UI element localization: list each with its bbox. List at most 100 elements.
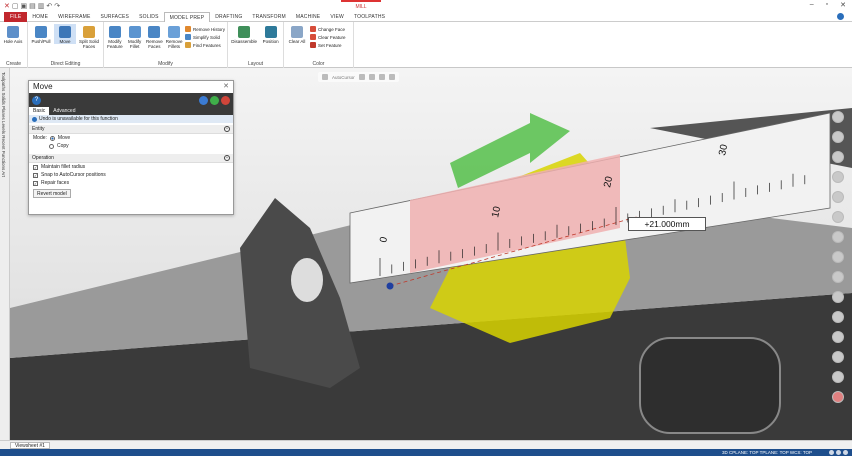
- tab-home[interactable]: HOME: [27, 12, 53, 22]
- cancel-icon[interactable]: [221, 95, 230, 105]
- clear-feature-button[interactable]: Clear Feature: [310, 34, 346, 40]
- remove-history-button[interactable]: Remove History: [185, 26, 225, 32]
- move-button[interactable]: Move: [54, 24, 76, 44]
- section-icon[interactable]: [832, 331, 844, 343]
- tab-wireframe[interactable]: WIREFRAME: [53, 12, 95, 22]
- panel-tabs: Basic Advanced: [29, 107, 233, 115]
- collapse-operation-icon[interactable]: ^: [224, 155, 230, 161]
- radio-copy[interactable]: [49, 143, 54, 149]
- minimize-button[interactable]: –: [810, 1, 814, 9]
- find-features-button[interactable]: Find Features: [185, 42, 225, 48]
- tab-file[interactable]: FILE: [4, 11, 28, 22]
- maximize-button[interactable]: ▫: [826, 1, 828, 9]
- wireframe-icon[interactable]: [832, 311, 844, 323]
- clear-all-button[interactable]: Clear All: [286, 24, 308, 44]
- repair-faces-row[interactable]: ✓ Repair faces: [29, 179, 233, 187]
- pan-icon[interactable]: [832, 191, 844, 203]
- left-manager-strip[interactable]: Toolpaths Solids Planes Levels Recent Fu…: [0, 68, 10, 440]
- select-icon[interactable]: [388, 74, 395, 80]
- remove-fillets-button[interactable]: Remove Fillets: [165, 24, 183, 49]
- modify-feature-icon: [108, 26, 121, 38]
- repair-faces-checkbox[interactable]: ✓: [33, 180, 38, 186]
- hole-axis-button[interactable]: Hole Axis: [2, 24, 24, 44]
- stop-icon[interactable]: [832, 391, 844, 403]
- close-button[interactable]: ✕: [840, 1, 846, 9]
- settings-icon[interactable]: [832, 371, 844, 383]
- view-iso-icon[interactable]: [832, 211, 844, 223]
- rotate-icon[interactable]: [832, 171, 844, 183]
- view-front-icon[interactable]: [832, 251, 844, 263]
- new-file-icon[interactable]: ▢: [12, 2, 19, 10]
- context-tab-mill[interactable]: MILL: [341, 0, 381, 12]
- snap-autocursor-row[interactable]: ✓ Snap to AutoCursor positions: [29, 171, 233, 179]
- split-solid-faces-icon: [83, 26, 95, 38]
- split-solid-faces-button[interactable]: Split Solid Faces: [78, 24, 100, 49]
- view-top-icon[interactable]: [832, 231, 844, 243]
- snap-icon[interactable]: [358, 74, 365, 80]
- maintain-fillet-checkbox[interactable]: ✓: [33, 164, 38, 170]
- push-pull-button[interactable]: Push/Pull: [30, 24, 52, 44]
- snap-autocursor-checkbox[interactable]: ✓: [33, 172, 38, 178]
- measure-readout[interactable]: +21.000mm: [628, 217, 706, 231]
- panel-help-icon[interactable]: ?: [32, 95, 41, 105]
- tab-advanced[interactable]: Advanced: [49, 107, 79, 115]
- change-face-button[interactable]: Change Face: [310, 26, 346, 32]
- modify-small-buttons: Remove History Simplify Solid Find Featu…: [185, 26, 225, 48]
- tab-solids[interactable]: SOLIDS: [134, 12, 164, 22]
- tab-surfaces[interactable]: SURFACES: [96, 12, 135, 22]
- point-icon[interactable]: [368, 74, 375, 80]
- view-right-icon[interactable]: [832, 271, 844, 283]
- help-icon[interactable]: [837, 13, 844, 20]
- section-operation[interactable]: Operation ^: [29, 154, 233, 163]
- autocursor-label[interactable]: AutoCursor: [332, 75, 355, 80]
- open-file-icon[interactable]: ▣: [21, 2, 28, 10]
- pocket-feature: [639, 337, 781, 434]
- group-modify: Modify Feature Modify Fillet Remove Face…: [104, 22, 228, 68]
- apply-icon[interactable]: [199, 95, 208, 105]
- grid-icon[interactable]: [378, 74, 385, 80]
- zoom-in-icon[interactable]: [832, 111, 844, 123]
- status-globe-icon[interactable]: [836, 450, 841, 455]
- redo-icon[interactable]: ↷: [54, 2, 60, 10]
- modify-fillet-button[interactable]: Modify Fillet: [126, 24, 144, 49]
- save-icon[interactable]: ▤: [29, 2, 36, 10]
- maintain-fillet-row[interactable]: ✓ Maintain fillet radius: [29, 163, 233, 171]
- modify-feature-button[interactable]: Modify Feature: [106, 24, 124, 49]
- shading-icon[interactable]: [832, 291, 844, 303]
- manager-tabs-label[interactable]: Toolpaths Solids Planes Levels Recent Fu…: [1, 72, 6, 177]
- ok-icon[interactable]: [210, 95, 219, 105]
- status-grid-icon[interactable]: [843, 450, 848, 455]
- view-controls-column: [832, 111, 844, 403]
- set-feature-button[interactable]: Set Feature: [310, 42, 346, 48]
- tab-machine[interactable]: MACHINE: [291, 12, 325, 22]
- tab-transform[interactable]: TRANSFORM: [247, 12, 290, 22]
- fit-icon[interactable]: [832, 151, 844, 163]
- clear-all-icon: [291, 26, 303, 38]
- position-button[interactable]: Position: [260, 24, 281, 44]
- tab-drafting[interactable]: DRAFTING: [210, 12, 247, 22]
- collapse-entity-icon[interactable]: ^: [224, 126, 230, 132]
- panel-close-icon[interactable]: ✕: [223, 81, 229, 93]
- status-cube-icon[interactable]: [829, 450, 834, 455]
- quick-access-toolbar: ✕ ▢ ▣ ▤ ▥ ↶ ↷: [0, 2, 60, 10]
- print-icon[interactable]: ▥: [38, 2, 45, 10]
- disassemble-button[interactable]: Disassemble: [230, 24, 258, 44]
- clip-icon[interactable]: [832, 351, 844, 363]
- undo-icon[interactable]: ↶: [46, 2, 52, 10]
- revert-model-button[interactable]: Revert model: [33, 189, 71, 198]
- viewsheet-tab[interactable]: Viewsheet #1: [10, 442, 50, 449]
- lock-icon[interactable]: [322, 74, 328, 80]
- tab-toolpaths[interactable]: TOOLPATHS: [349, 12, 390, 22]
- mode-copy-row[interactable]: Copy: [29, 142, 233, 150]
- remove-faces-button[interactable]: Remove Faces: [146, 24, 164, 49]
- radio-move[interactable]: [49, 135, 55, 141]
- mode-move-row[interactable]: Mode: Move: [29, 134, 233, 142]
- tab-view[interactable]: VIEW: [325, 12, 349, 22]
- move-panel: Move ✕ ? Basic Advanced Undo is unavaila…: [28, 80, 234, 215]
- tab-basic[interactable]: Basic: [29, 107, 50, 115]
- section-entity[interactable]: Entity ^: [29, 125, 233, 134]
- tab-model-prep[interactable]: MODEL PREP: [163, 11, 211, 22]
- zoom-out-icon[interactable]: [832, 131, 844, 143]
- hole-axis-icon: [7, 26, 19, 38]
- simplify-solid-button[interactable]: Simplify Solid: [185, 34, 225, 40]
